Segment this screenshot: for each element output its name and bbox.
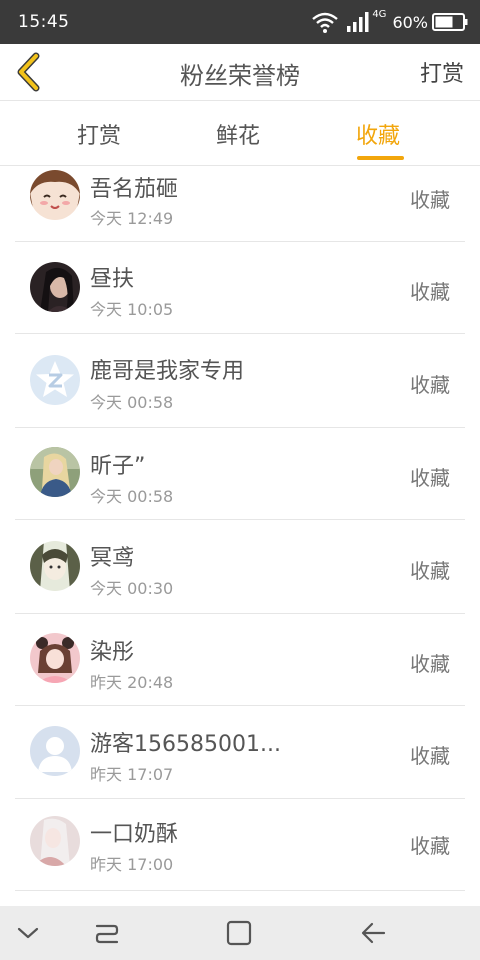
favorite-label: 收藏 xyxy=(410,834,450,858)
fan-time: 今天 00:30 xyxy=(90,579,174,598)
signal-icon xyxy=(347,12,369,32)
list-item[interactable]: 昼扶 今天 10:05 收藏 xyxy=(15,242,465,334)
home-icon[interactable] xyxy=(225,919,253,947)
fan-time: 今天 12:49 xyxy=(90,209,174,228)
fan-name: 冥鸢 xyxy=(90,546,135,571)
pink-girl-avatar xyxy=(30,633,80,683)
dark-photo-avatar xyxy=(30,262,80,312)
battery-percentage: 60% xyxy=(392,12,428,32)
anime-girl-avatar xyxy=(30,541,80,591)
fan-time: 今天 10:05 xyxy=(90,300,174,319)
hide-nav-icon[interactable] xyxy=(16,925,40,941)
default-star-avatar xyxy=(30,355,80,405)
fan-name: 鹿哥是我家专用 xyxy=(90,359,245,384)
fan-time: 昨天 17:07 xyxy=(90,765,174,784)
back-nav-icon[interactable] xyxy=(358,920,388,946)
page-title: 粉丝荣誉榜 xyxy=(180,62,300,90)
favorite-label: 收藏 xyxy=(410,280,450,304)
list-item[interactable]: 吾名茄砸 今天 12:49 收藏 xyxy=(15,166,465,242)
network-type: 4G xyxy=(372,8,387,20)
app-header: 粉丝荣誉榜 打赏 xyxy=(0,44,480,100)
fan-time: 今天 00:58 xyxy=(90,487,174,506)
fan-time: 今天 00:58 xyxy=(90,393,174,412)
system-nav-bar xyxy=(0,906,480,960)
tab-reward[interactable]: 打赏 xyxy=(77,118,121,150)
fan-name: 昕子” xyxy=(90,454,146,479)
status-time: 15:45 xyxy=(18,12,70,32)
list-item[interactable]: 染彤 昨天 20:48 收藏 xyxy=(15,614,465,706)
fans-list[interactable]: 吾名茄砸 今天 12:49 收藏 昼扶 今天 10:05 收藏 鹿哥是我家专用 … xyxy=(0,166,480,906)
status-bar: 15:45 4G 60% xyxy=(0,0,480,44)
tab-flowers[interactable]: 鲜花 xyxy=(216,118,260,150)
list-item[interactable]: 鹿哥是我家专用 今天 00:58 收藏 xyxy=(15,334,465,428)
status-icons: 4G 60% xyxy=(310,8,468,36)
tab-favorites[interactable]: 收藏 xyxy=(356,118,400,150)
blonde-girl-avatar xyxy=(30,447,80,497)
fan-time: 昨天 20:48 xyxy=(90,673,174,692)
fan-name: 吾名茄砸 xyxy=(90,177,179,202)
battery-icon xyxy=(432,13,468,31)
favorite-label: 收藏 xyxy=(410,188,450,212)
tab-bar: 打赏 鲜花 收藏 xyxy=(0,101,480,165)
list-item[interactable]: 一口奶酥 昨天 17:00 收藏 xyxy=(15,799,465,891)
favorite-label: 收藏 xyxy=(410,559,450,583)
recent-apps-icon[interactable] xyxy=(92,920,122,948)
fan-name: 一口奶酥 xyxy=(90,822,179,847)
wifi-icon xyxy=(312,12,339,33)
fan-name: 染彤 xyxy=(90,640,135,665)
favorite-label: 收藏 xyxy=(410,373,450,397)
favorite-label: 收藏 xyxy=(410,466,450,490)
fan-time: 昨天 17:00 xyxy=(90,855,174,874)
cartoon-girl-avatar xyxy=(30,170,80,220)
favorite-label: 收藏 xyxy=(410,744,450,768)
fan-name: 游客156585001... xyxy=(90,732,281,757)
list-item[interactable]: 冥鸢 今天 00:30 收藏 xyxy=(15,520,465,614)
fan-name: 昼扶 xyxy=(90,267,135,292)
list-item[interactable]: 游客156585001... 昨天 17:07 收藏 xyxy=(15,706,465,799)
default-user-avatar xyxy=(30,726,80,776)
reward-button[interactable]: 打赏 xyxy=(420,56,464,88)
list-item[interactable]: 昕子” 今天 00:58 收藏 xyxy=(15,428,465,520)
pale-girl-avatar xyxy=(30,816,80,866)
favorite-label: 收藏 xyxy=(410,652,450,676)
active-tab-indicator xyxy=(357,156,404,160)
